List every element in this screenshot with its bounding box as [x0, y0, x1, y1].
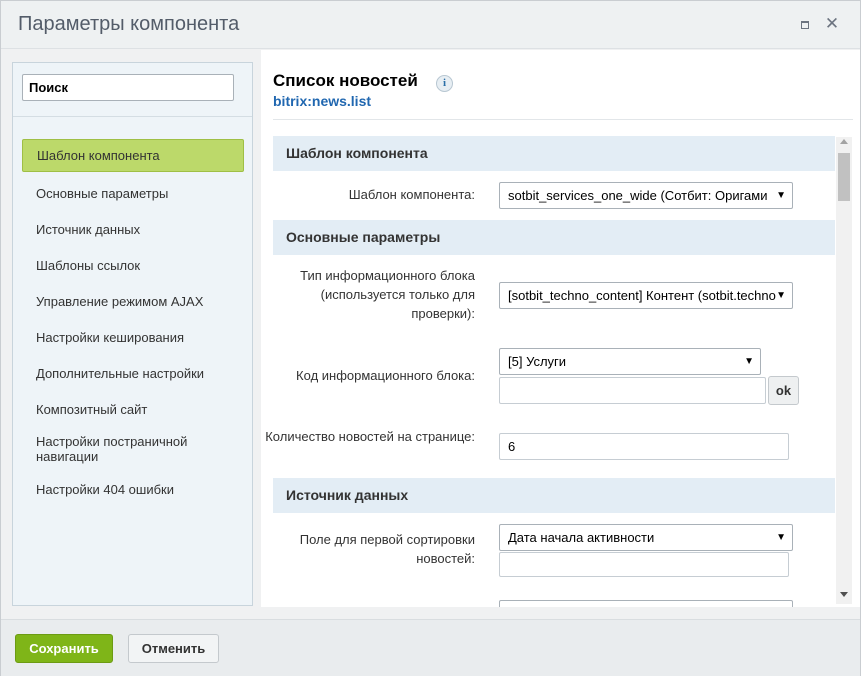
iblock-code-label: Код информационного блока:: [296, 368, 475, 383]
template-select-value: sotbit_services_one_wide (Сотбит: Оригам…: [508, 188, 768, 203]
header-divider: [273, 119, 853, 120]
sidebar-item-pagination[interactable]: Настройки постраничной навигации: [22, 427, 244, 471]
sidebar-nav: Шаблон компонента Основные параметры Ист…: [22, 139, 244, 507]
chevron-down-icon: ▼: [776, 532, 786, 543]
info-icon[interactable]: i: [436, 75, 453, 92]
sidebar-item-main-params[interactable]: Основные параметры: [22, 175, 244, 211]
sidebar-item-additional-settings[interactable]: Дополнительные настройки: [22, 355, 244, 391]
ok-button[interactable]: ok: [768, 376, 799, 405]
sidebar-item-label: Настройки 404 ошибки: [36, 481, 174, 497]
sidebar-item-label: Настройки постраничной навигации: [36, 434, 188, 464]
sidebar-item-label: Основные параметры: [36, 185, 169, 201]
sidebar-item-label: Управление режимом AJAX: [36, 293, 204, 309]
sidebar-item-composite-site[interactable]: Композитный сайт: [22, 391, 244, 427]
cancel-button[interactable]: Отменить: [128, 634, 219, 663]
params-content: Список новостей i bitrix:news.list Шабло…: [261, 50, 860, 607]
sidebar-item-label: Дополнительные настройки: [36, 365, 205, 381]
chevron-down-icon: ▼: [744, 356, 754, 367]
component-code: bitrix:news.list: [273, 93, 372, 109]
template-select[interactable]: sotbit_services_one_wide (Сотбит: Оригам…: [499, 182, 793, 209]
sort1-select[interactable]: Дата начала активности ▼: [499, 524, 793, 551]
chevron-down-icon: ▼: [776, 190, 786, 201]
chevron-down-icon: ▼: [776, 290, 786, 301]
section-header-main: Основные параметры: [273, 220, 835, 255]
sidebar-item-404-settings[interactable]: Настройки 404 ошибки: [22, 471, 244, 507]
iblock-code-select-value: [5] Услуги: [508, 354, 567, 369]
sort1-label: Поле для первой сортировки новостей:: [299, 532, 475, 566]
iblock-code-select[interactable]: [5] Услуги ▼: [499, 348, 761, 375]
section-header-template: Шаблон компонента: [273, 136, 835, 171]
sidebar-divider: [13, 116, 252, 117]
sidebar-item-component-template[interactable]: Шаблон компонента: [22, 139, 244, 172]
iblock-type-select-value: [sotbit_techno_content] Контент (sotbit.…: [508, 288, 776, 303]
scroll-thumb[interactable]: [838, 153, 850, 201]
iblock-type-label: Тип информационного блока (используется …: [300, 268, 475, 321]
sidebar-item-data-source[interactable]: Источник данных: [22, 211, 244, 247]
scroll-down-icon[interactable]: [840, 592, 848, 597]
component-params-dialog: Параметры компонента ✕ Шаблон компонента…: [0, 0, 861, 676]
search-input[interactable]: [22, 74, 234, 101]
sidebar-item-label: Композитный сайт: [36, 401, 148, 417]
news-count-label: Количество новостей на странице:: [265, 429, 475, 444]
sort1-select-value: Дата начала активности: [508, 530, 655, 545]
sidebar-item-cache-settings[interactable]: Настройки кеширования: [22, 319, 244, 355]
sidebar-item-label: Источник данных: [36, 221, 141, 237]
section-header-source: Источник данных: [273, 478, 835, 513]
sidebar-item-label: Настройки кеширования: [36, 329, 185, 345]
next-select-partial[interactable]: [499, 600, 793, 607]
dialog-footer: Сохранить Отменить: [1, 619, 860, 676]
iblock-code-input[interactable]: [499, 377, 766, 404]
dialog-titlebar[interactable]: Параметры компонента ✕: [1, 1, 860, 49]
sidebar-item-url-templates[interactable]: Шаблоны ссылок: [22, 247, 244, 283]
template-label: Шаблон компонента:: [348, 187, 475, 202]
news-count-input[interactable]: 6: [499, 433, 789, 460]
scroll-up-icon[interactable]: [840, 139, 848, 144]
component-title: Список новостей: [273, 71, 418, 90]
sidebar: Шаблон компонента Основные параметры Ист…: [12, 62, 253, 606]
sidebar-item-label: Шаблоны ссылок: [36, 257, 141, 273]
iblock-type-select[interactable]: [sotbit_techno_content] Контент (sotbit.…: [499, 282, 793, 309]
save-button[interactable]: Сохранить: [15, 634, 113, 663]
sort1-input[interactable]: [499, 552, 789, 577]
close-icon[interactable]: ✕: [824, 15, 840, 32]
dialog-title: Параметры компонента: [18, 13, 240, 35]
maximize-icon[interactable]: [797, 17, 813, 33]
sidebar-item-label: Шаблон компонента: [37, 148, 160, 163]
sidebar-item-ajax-mode[interactable]: Управление режимом AJAX: [22, 283, 244, 319]
content-scrollbar[interactable]: [836, 137, 852, 604]
